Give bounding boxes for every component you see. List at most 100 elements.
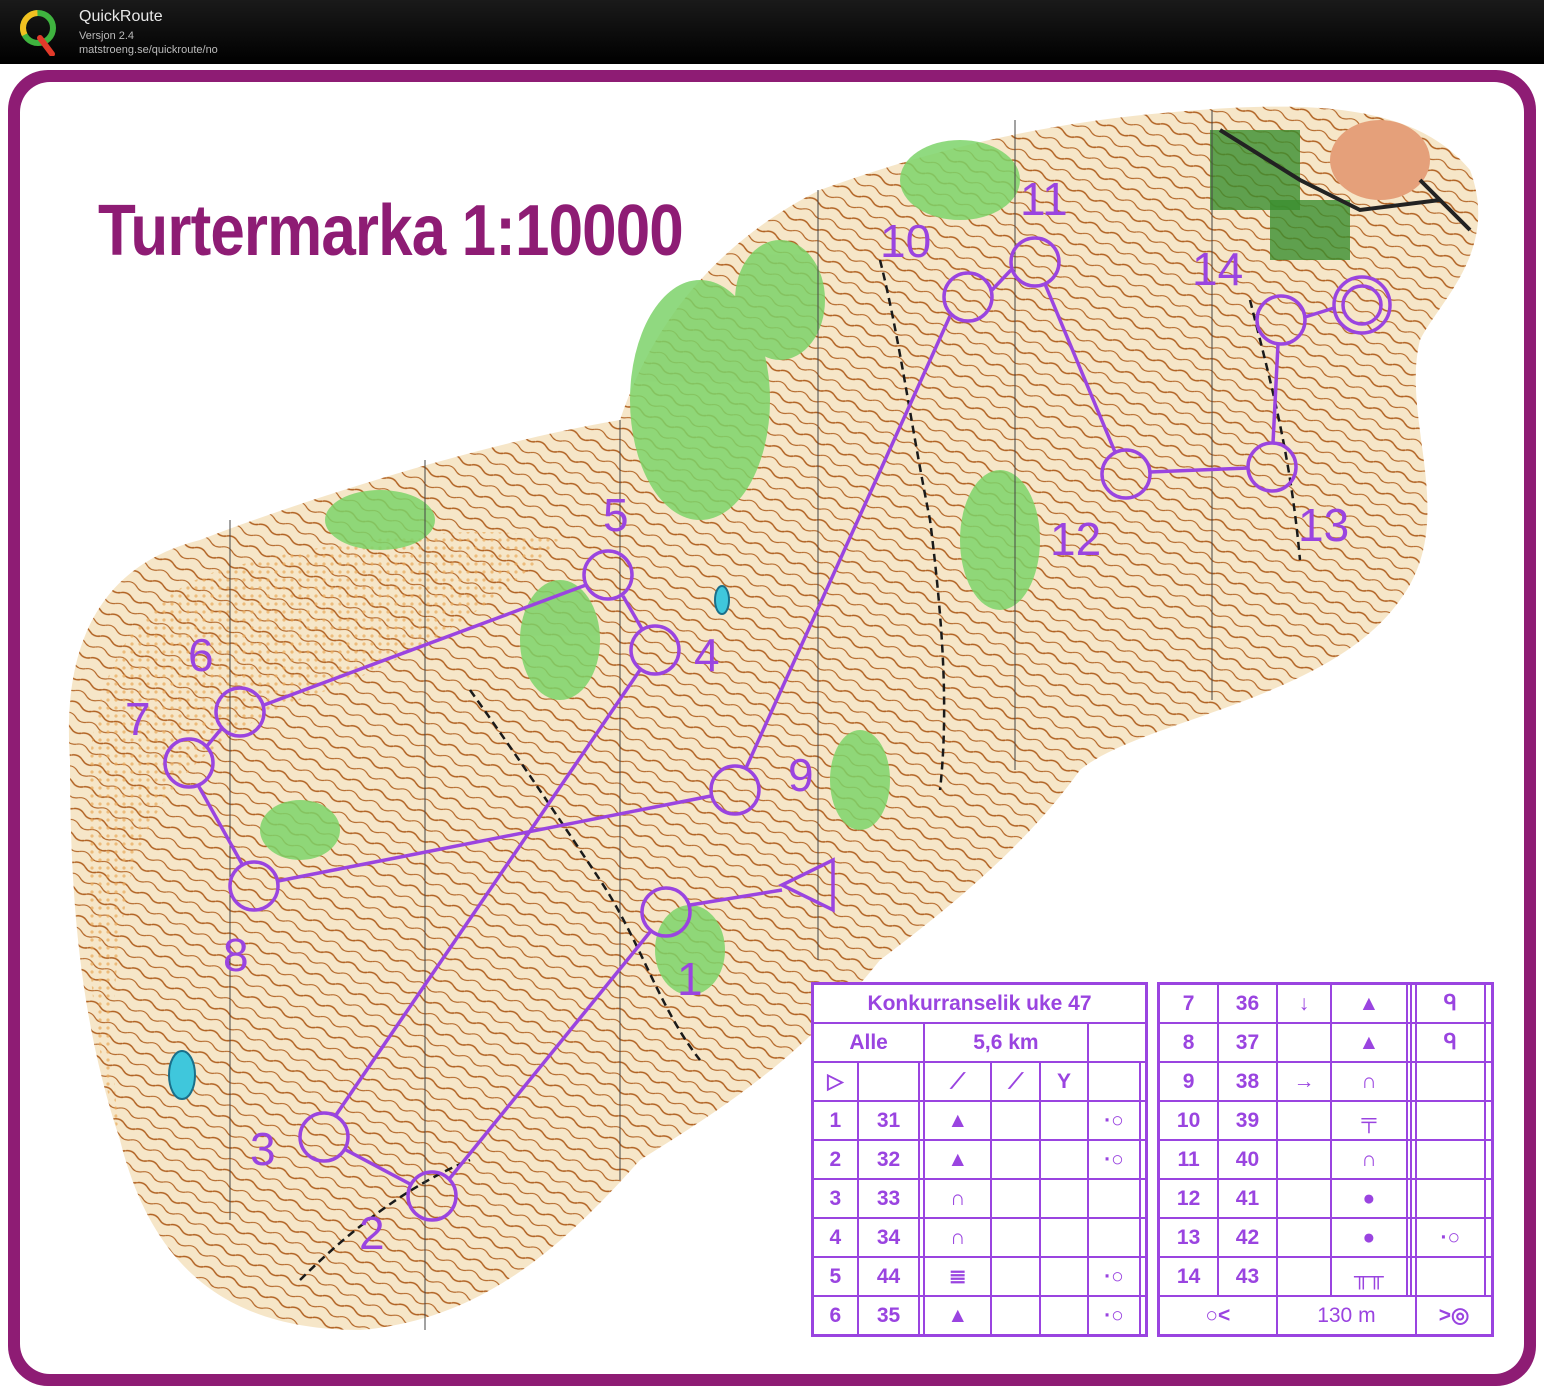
control-number-8: 8 [223, 929, 249, 981]
knoll-triangle-icon: ▲ [1330, 1022, 1408, 1063]
control-seq: 7 [1157, 982, 1220, 1024]
event-name: Konkurranselik uke 47 [811, 982, 1148, 1024]
empty-cell [1139, 1217, 1148, 1258]
empty-cell [1483, 1178, 1494, 1219]
empty-cell [1086, 1178, 1142, 1219]
quickroute-logo-icon [20, 10, 56, 56]
control-code: 41 [1217, 1178, 1278, 1219]
cliff-icon: ╤ [1330, 1100, 1408, 1141]
empty-cell [990, 1256, 1042, 1297]
empty-cell [1039, 1139, 1089, 1180]
boulder-dot-icon: ● [1330, 1178, 1408, 1219]
control-number-5: 5 [603, 489, 629, 541]
control-direction [1275, 1100, 1333, 1141]
finish-distance: 130 m [1275, 1295, 1418, 1337]
control-seq: 1 [811, 1100, 859, 1141]
description-row: 8 37 ▲ ᑫ [1157, 1022, 1494, 1063]
empty-cell [1415, 1100, 1486, 1141]
empty-cell [1415, 1061, 1486, 1102]
control-direction [1275, 1217, 1333, 1258]
control-number-14: 14 [1192, 243, 1244, 295]
description-row: 6 35 ▲ ·○ [811, 1295, 1148, 1337]
control-direction [1275, 1022, 1333, 1063]
description-row: 10 39 ╤ [1157, 1100, 1494, 1141]
empty-cell [1483, 1061, 1494, 1102]
description-row: 11 40 ∩ [1157, 1139, 1494, 1180]
empty-cell [1415, 1256, 1486, 1297]
control-code: 36 [1217, 982, 1278, 1024]
spur-icon: ∩ [923, 1178, 993, 1219]
empty-cell [1039, 1256, 1089, 1297]
dot-circle-icon: ·○ [1415, 1217, 1486, 1258]
description-row: 3 33 ∩ [811, 1178, 1148, 1219]
control-description-left: Konkurranselik uke 47 Alle 5,6 km ▷ ⟋ ⟋ … [811, 982, 1148, 1337]
description-row: 9 38 → ∩ [1157, 1061, 1494, 1102]
control-direction: ↓ [1275, 982, 1333, 1024]
circle-q-icon: ᑫ [1415, 982, 1486, 1024]
empty-cell [990, 1139, 1042, 1180]
app-name: QuickRoute [79, 8, 163, 25]
empty-cell [1039, 1217, 1089, 1258]
control-number-4: 4 [694, 629, 720, 681]
control-direction: → [1275, 1061, 1333, 1102]
control-seq: 11 [1157, 1139, 1220, 1180]
control-seq: 3 [811, 1178, 859, 1219]
control-code: 35 [856, 1295, 921, 1337]
control-code: 33 [856, 1178, 921, 1219]
description-row: 7 36 ↓ ▲ ᑫ [1157, 982, 1494, 1024]
empty-cell [1483, 1217, 1494, 1258]
control-code: 32 [856, 1139, 921, 1180]
control-code: 37 [1217, 1022, 1278, 1063]
junction-icon: Y [1039, 1061, 1089, 1102]
control-number-9: 9 [788, 749, 814, 801]
description-row: 14 43 ╥╥ [1157, 1256, 1494, 1297]
crossing-icon: ⟋ [923, 1061, 993, 1102]
last-control-icon: ○< [1157, 1295, 1278, 1337]
dot-circle-icon: ·○ [1086, 1256, 1142, 1297]
control-number-2: 2 [359, 1207, 385, 1259]
finish-icon: >◎ [1415, 1295, 1494, 1337]
empty-cell [1086, 1217, 1142, 1258]
start-symbol-icon: ▷ [811, 1061, 859, 1102]
knoll-triangle-icon: ▲ [1330, 982, 1408, 1024]
circle-q-icon: ᑫ [1415, 1022, 1486, 1063]
dot-circle-icon: ·○ [1086, 1139, 1142, 1180]
description-row: 2 32 ▲ ·○ [811, 1139, 1148, 1180]
dot-circle-icon: ·○ [1086, 1100, 1142, 1141]
empty-cell [1483, 1100, 1494, 1141]
control-seq: 14 [1157, 1256, 1220, 1297]
empty-cell [1039, 1178, 1089, 1219]
crossing-icon: ⟋ [990, 1061, 1042, 1102]
empty-cell [990, 1178, 1042, 1219]
control-seq: 12 [1157, 1178, 1220, 1219]
boulder-dot-icon: ● [1330, 1217, 1408, 1258]
control-direction [1275, 1256, 1333, 1297]
map-title: Turtermarka 1:10000 [98, 191, 684, 271]
empty-cell [990, 1100, 1042, 1141]
control-number-3: 3 [250, 1123, 276, 1175]
control-seq: 6 [811, 1295, 859, 1337]
app-version: Versjon 2.4 [79, 30, 135, 42]
control-seq: 9 [1157, 1061, 1220, 1102]
app-url[interactable]: matstroeng.se/quickroute/no [79, 44, 218, 56]
control-seq: 13 [1157, 1217, 1220, 1258]
marsh-icon: ≣ [923, 1256, 993, 1297]
spur-icon: ∩ [1330, 1139, 1408, 1180]
empty-cell [1483, 1139, 1494, 1180]
control-code: 34 [856, 1217, 921, 1258]
control-direction [1275, 1139, 1333, 1180]
control-direction [1275, 1178, 1333, 1219]
control-number-10: 10 [880, 215, 932, 267]
knoll-triangle-icon: ▲ [923, 1139, 993, 1180]
empty-cell [1139, 1178, 1148, 1219]
empty-cell [990, 1217, 1042, 1258]
empty-cell [1039, 1295, 1089, 1337]
course-length: 5,6 km [923, 1022, 1089, 1063]
empty-cell [1483, 1022, 1494, 1063]
fence-icon: ╥╥ [1330, 1256, 1408, 1297]
control-seq: 10 [1157, 1100, 1220, 1141]
control-number-6: 6 [188, 629, 214, 681]
control-number-12: 12 [1050, 513, 1102, 565]
description-row: 5 44 ≣ ·○ [811, 1256, 1148, 1297]
empty-cell [1483, 982, 1494, 1024]
